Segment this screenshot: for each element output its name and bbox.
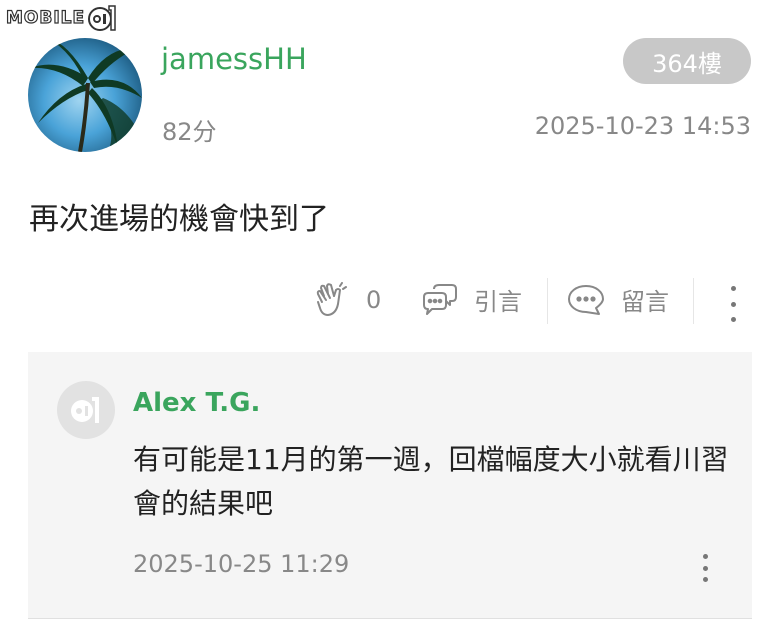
- post-username[interactable]: jamessHH: [161, 42, 307, 76]
- default-avatar-icon: [71, 397, 99, 423]
- user-score: 82分: [162, 118, 217, 146]
- action-divider: [693, 278, 694, 324]
- comment-icon: [568, 284, 604, 315]
- reply-timestamp: 2025-10-25 11:29: [133, 550, 350, 578]
- action-divider: [547, 278, 548, 324]
- more-icon[interactable]: [725, 286, 741, 322]
- clap-icon: [316, 282, 347, 316]
- comment-label: 留言: [621, 288, 669, 316]
- reply-username[interactable]: Alex T.G.: [133, 388, 260, 418]
- quote-button[interactable]: 引言: [422, 282, 522, 317]
- user-avatar[interactable]: [28, 38, 142, 152]
- palm-tree-image: [30, 38, 142, 152]
- post-timestamp: 2025-10-23 14:53: [534, 112, 751, 140]
- like-count: 0: [366, 286, 382, 314]
- comment-button[interactable]: 留言: [567, 282, 669, 317]
- mobile01-logo-icon: [88, 5, 116, 31]
- reply-avatar[interactable]: [57, 381, 115, 439]
- reply-content: 有可能是11月的第一週，回檔幅度大小就看川習會的結果吧: [133, 443, 729, 520]
- floor-badge: 364樓: [623, 38, 751, 84]
- reply-more-icon[interactable]: [698, 554, 712, 582]
- like-button[interactable]: 0: [314, 282, 381, 318]
- reply-divider: [28, 618, 752, 619]
- quote-icon: [423, 283, 457, 315]
- logo-text: MOBILE: [5, 7, 86, 28]
- quote-label: 引言: [474, 288, 522, 316]
- post-content: 再次進場的機會快到了: [29, 202, 329, 237]
- site-logo[interactable]: MOBILE: [5, 4, 117, 32]
